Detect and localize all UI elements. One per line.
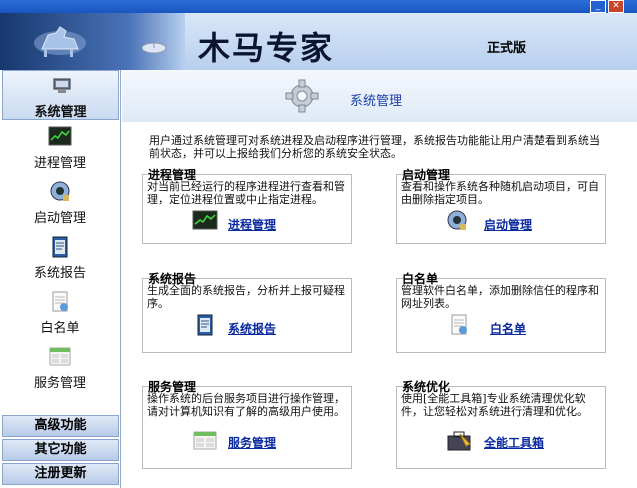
service-icon <box>193 431 217 450</box>
sidebar-header-label: 系统管理 <box>34 105 87 120</box>
system-report-link[interactable]: 系统报告 <box>228 320 276 337</box>
card-description: 操作系统的后台服务项目进行操作管理，请对计算机知识有了解的高级用户使用。 <box>147 392 345 418</box>
register-update-button[interactable]: 注册更新 <box>2 463 119 485</box>
card-description: 对当前已经运行的程序进程进行查看和管理，定位进程位置或中止指定进程。 <box>147 180 345 206</box>
sidebar-item-label: 启动管理 <box>33 211 86 226</box>
mouse-icon <box>141 42 167 54</box>
trojan-horse-logo-icon <box>34 26 86 57</box>
intro-text: 用户通过系统管理可对系统进程及启动程序进行管理，系统报告功能能让用户清楚看到系统… <box>149 134 600 160</box>
edition-label: 正式版 <box>487 41 527 56</box>
page-title: 系统管理 <box>350 94 403 109</box>
report-icon <box>197 314 213 336</box>
title-bar: _ ✕ <box>0 0 637 13</box>
service-management-link[interactable]: 服务管理 <box>228 434 276 451</box>
whitelist-link[interactable]: 白名单 <box>490 320 526 337</box>
card-description: 使用[全能工具箱]专业系统清理优化软件，让您轻松对系统进行清理和优化。 <box>401 392 588 418</box>
main-header: 系统管理 <box>122 70 637 122</box>
sidebar-item-startup[interactable]: 启动管理 <box>0 181 120 231</box>
service-icon <box>49 347 71 366</box>
toolbox-icon <box>447 431 471 451</box>
card-description: 管理软件白名单，添加删除信任的程序和网址列表。 <box>401 284 599 310</box>
card-description: 查看和操作系统各种随机启动项目，可自由删除指定项目。 <box>401 180 599 206</box>
main-panel: 系统管理 用户通过系统管理可对系统进程及启动程序进行管理，系统报告功能能让用户清… <box>122 70 637 488</box>
sidebar-item-label: 服务管理 <box>33 376 86 391</box>
report-icon <box>52 236 68 258</box>
other-functions-button[interactable]: 其它功能 <box>2 439 119 461</box>
sidebar-header-system-management[interactable]: 系统管理 <box>2 70 119 120</box>
minimize-icon[interactable]: _ <box>590 0 606 13</box>
process-management-link[interactable]: 进程管理 <box>228 216 276 233</box>
app-title: 木马专家 <box>198 29 335 67</box>
whitelist-icon <box>52 291 68 312</box>
startup-icon <box>447 210 467 230</box>
computer-icon <box>53 78 71 93</box>
sidebar: 系统管理 进程管理 启动管理 系统报告 白名单 服务管理 高级功能 其它功能 注… <box>0 70 121 488</box>
sidebar-item-process[interactable]: 进程管理 <box>0 126 120 176</box>
sidebar-item-label: 进程管理 <box>33 156 86 171</box>
sidebar-item-report[interactable]: 系统报告 <box>0 236 120 286</box>
sidebar-item-label: 白名单 <box>40 321 80 336</box>
sidebar-item-service[interactable]: 服务管理 <box>0 346 120 396</box>
whitelist-icon <box>451 314 467 335</box>
gear-icon <box>285 79 319 113</box>
startup-icon <box>50 181 70 201</box>
process-monitor-icon <box>48 126 72 146</box>
sidebar-item-label: 系统报告 <box>33 266 86 281</box>
sidebar-item-whitelist[interactable]: 白名单 <box>0 291 120 341</box>
process-monitor-icon <box>192 210 218 230</box>
banner: 木马专家 正式版 <box>0 13 637 70</box>
all-in-one-toolbox-link[interactable]: 全能工具箱 <box>484 434 544 451</box>
close-icon[interactable]: ✕ <box>608 0 624 13</box>
startup-management-link[interactable]: 启动管理 <box>484 216 532 233</box>
card-description: 生成全面的系统报告，分析并上报可疑程序。 <box>147 284 345 310</box>
advanced-functions-button[interactable]: 高级功能 <box>2 415 119 437</box>
